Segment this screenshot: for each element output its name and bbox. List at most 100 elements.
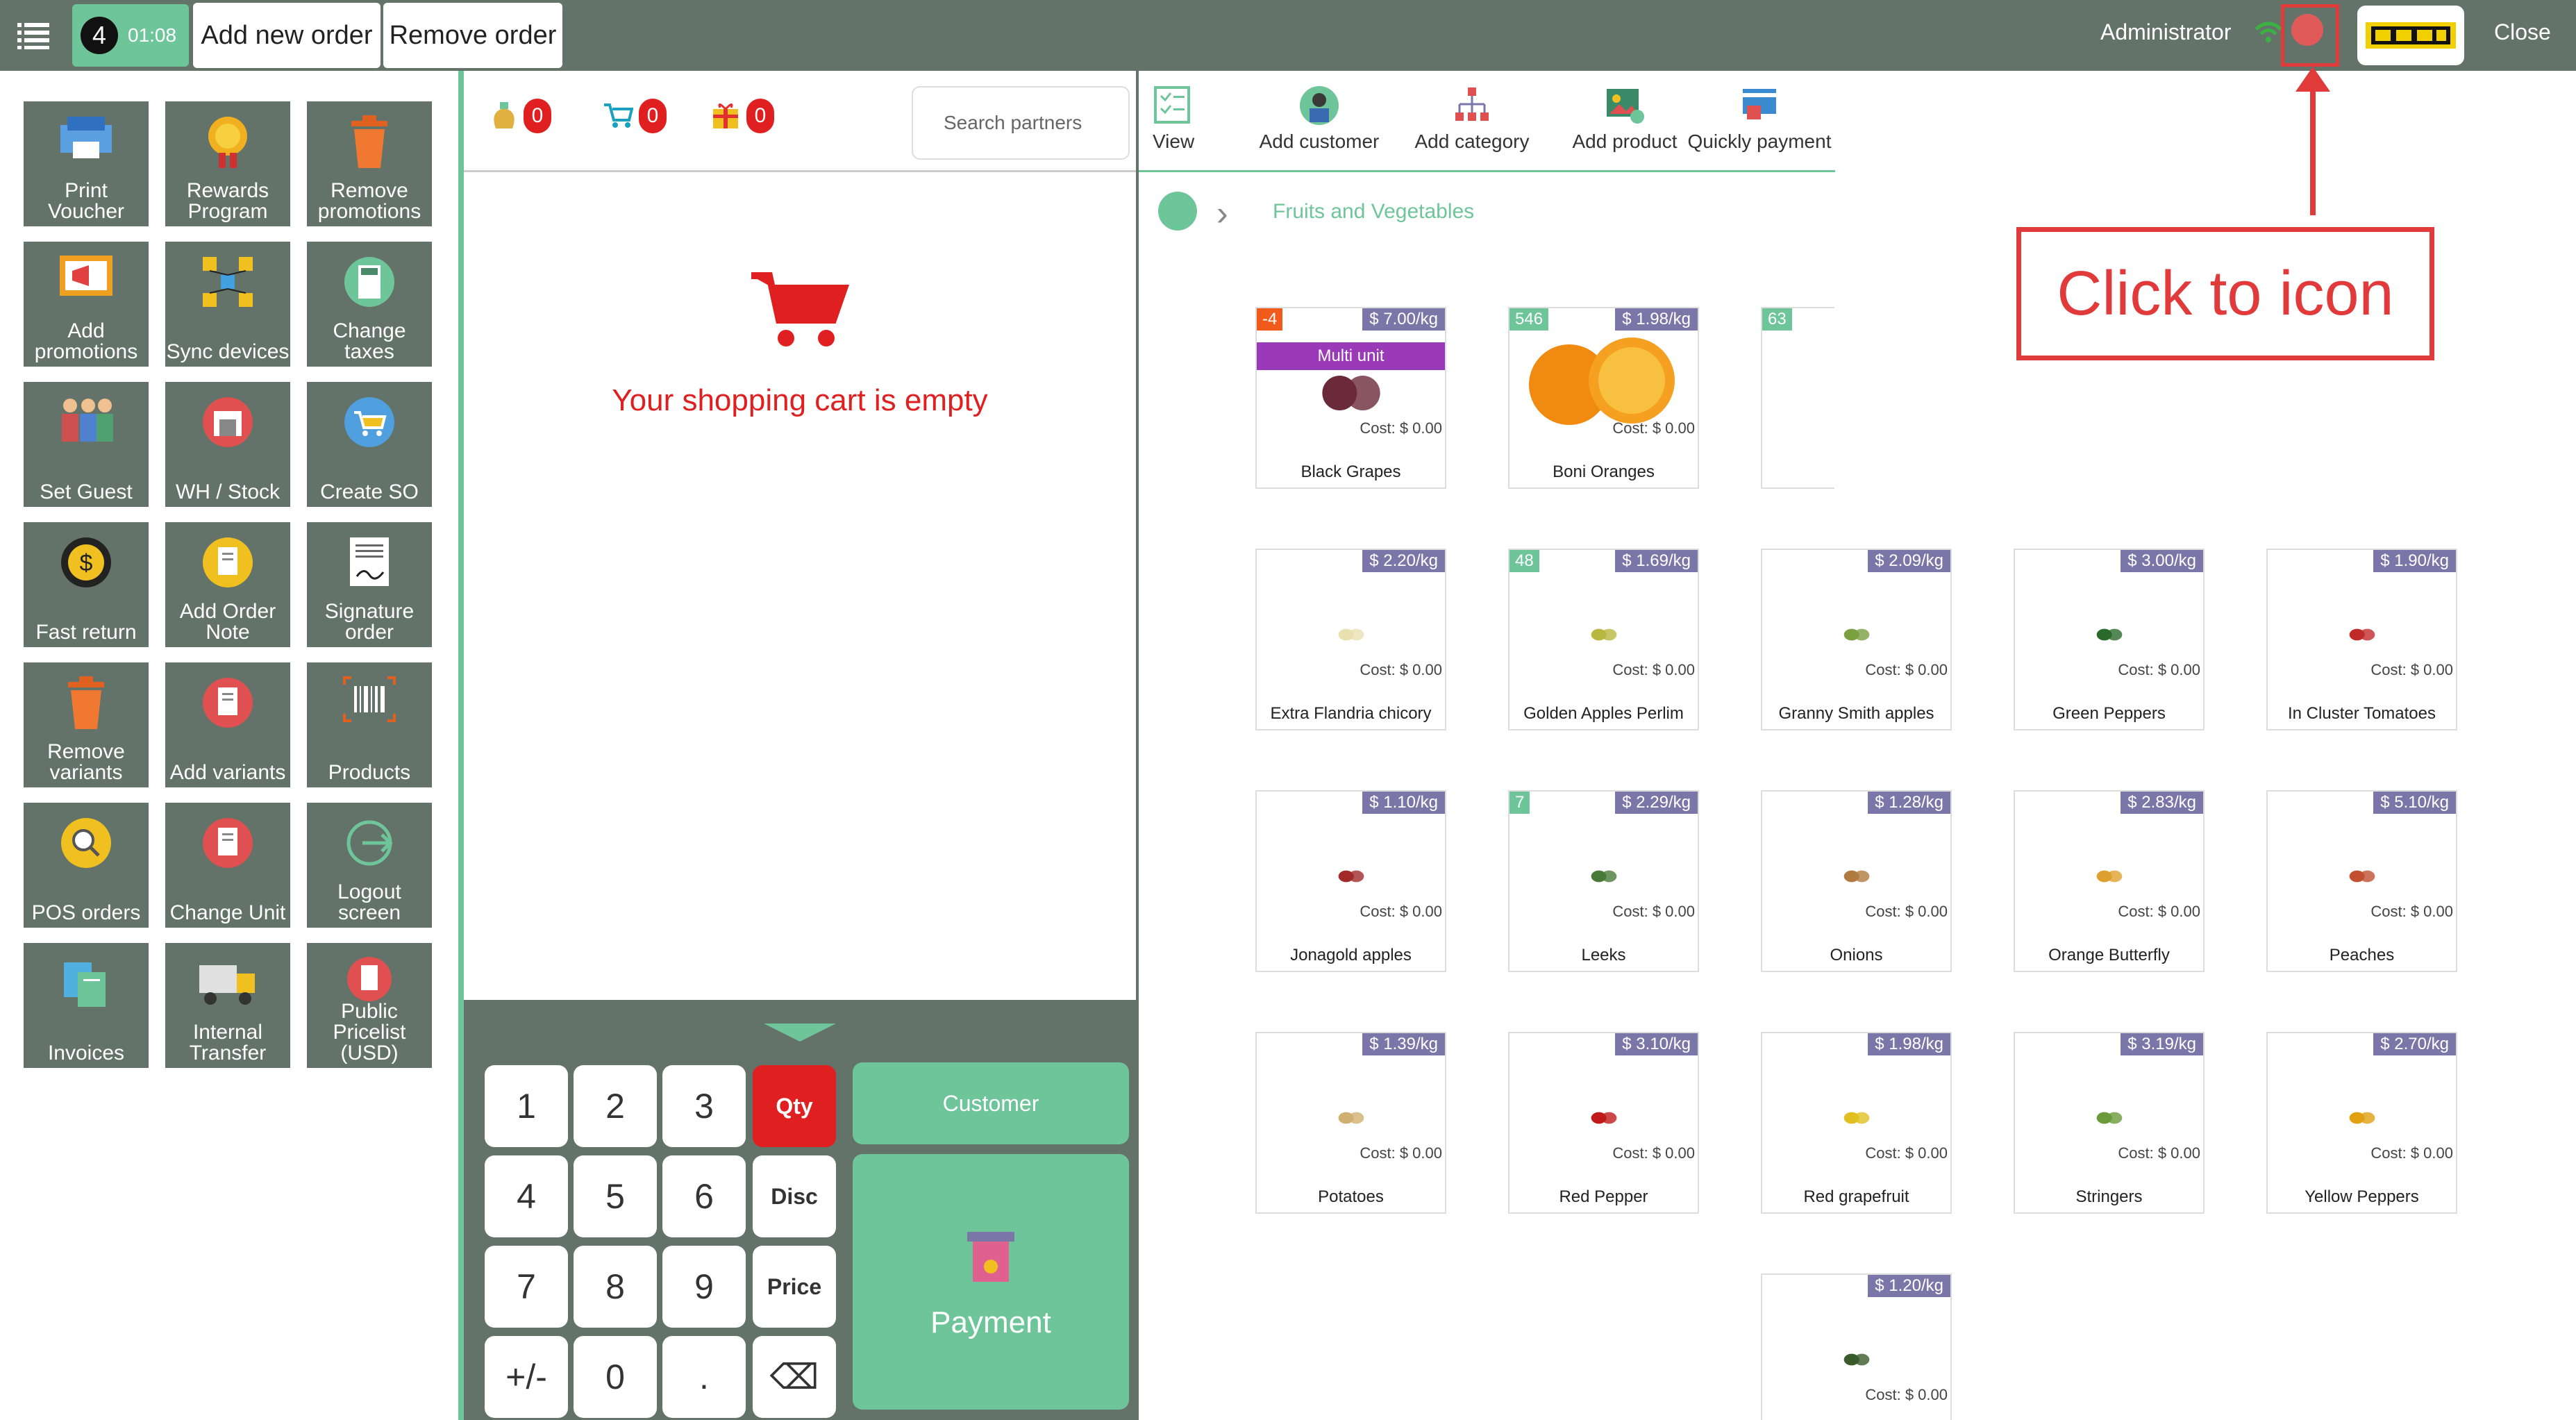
return-icon: $ <box>58 535 114 594</box>
quick-payment-icon <box>1739 85 1780 126</box>
product-card[interactable]: $ 1.90/kg Cost: $ 0.00 In Cluster Tomatoes <box>2266 549 2457 730</box>
disc-mode-button[interactable]: Disc <box>753 1155 836 1237</box>
product-card[interactable]: $ 2.20/kg Cost: $ 0.00 Extra Flandria chic… <box>1255 549 1446 730</box>
product-card[interactable]: $ 3.19/kg Cost: $ 0.00 Stringers <box>2014 1032 2205 1214</box>
numpad-key-2[interactable]: 2 <box>574 1065 657 1147</box>
backspace-icon[interactable]: ⌫ <box>753 1336 836 1418</box>
add-product-icon <box>1604 85 1646 126</box>
numpad-key-0[interactable]: 0 <box>574 1336 657 1418</box>
product-card[interactable]: $ 3.00/kg Cost: $ 0.00 Green Peppers <box>2014 549 2205 730</box>
product-image <box>1841 1111 1872 1128</box>
product-card[interactable]: $ 1.28/kg Cost: $ 0.00 Onions <box>1761 790 1952 972</box>
product-name: Stringers <box>2075 1187 2143 1206</box>
cart-count-badge: 0 <box>639 99 667 133</box>
product-card[interactable]: $ 1.39/kg Cost: $ 0.00 Potatoes <box>1255 1032 1446 1214</box>
product-name: Orange Butterfly <box>2048 946 2170 964</box>
cost-label: Cost: $ 0.00 <box>1865 661 1948 678</box>
trash-icon <box>65 675 107 735</box>
remove-order-button[interactable]: Remove order <box>383 3 562 68</box>
product-card[interactable]: $ 1.10/kg Cost: $ 0.00 Jonagold apples <box>1255 790 1446 972</box>
numpad-key-dot[interactable]: . <box>662 1336 746 1418</box>
cost-label: Cost: $ 0.00 <box>2370 1144 2453 1162</box>
numpad-key-4[interactable]: 4 <box>485 1155 568 1237</box>
price-mode-button[interactable]: Price <box>753 1246 836 1328</box>
view-toolbar-button[interactable]: View <box>1153 85 1194 153</box>
product-card[interactable]: $ 2.09/kg Cost: $ 0.00 Granny Smith apples <box>1761 549 1952 730</box>
numpad-key-5[interactable]: 5 <box>574 1155 657 1237</box>
wh-stock-tile[interactable]: WH / Stock <box>165 382 290 507</box>
add-promotions-tile[interactable]: Add promotions <box>24 242 149 367</box>
numpad-key-7[interactable]: 7 <box>485 1246 568 1328</box>
product-card[interactable]: $ 5.10/kg Cost: $ 0.00 Peaches <box>2266 790 2457 972</box>
cart-counter[interactable]: 0 <box>603 99 667 133</box>
close-button[interactable]: Close <box>2494 19 2551 45</box>
product-card[interactable]: 48 $ 1.69/kg Cost: $ 0.00 Golden Apples Per… <box>1508 549 1699 730</box>
product-card[interactable]: 63 <box>1761 307 1834 489</box>
home-icon[interactable] <box>1158 192 1197 231</box>
product-card[interactable]: $ 2.83/kg Cost: $ 0.00 Orange Butterfly <box>2014 790 2205 972</box>
numpad-key-1[interactable]: 1 <box>485 1065 568 1147</box>
print-voucher-tile[interactable]: Print Voucher <box>24 101 149 226</box>
product-card[interactable]: 546 $ 1.98/kg Cost: $ 0.00 Boni Oranges <box>1508 307 1699 489</box>
gift-counter[interactable]: 0 <box>710 99 774 133</box>
numpad-key-3[interactable]: 3 <box>662 1065 746 1147</box>
qty-mode-button[interactable]: Qty <box>753 1065 836 1147</box>
user-name: Administrator <box>2100 19 2232 44</box>
search-partners-input[interactable]: Search partners <box>912 86 1130 160</box>
empty-cart-message: Your shopping cart is empty <box>612 383 988 417</box>
logout-screen-tile[interactable]: Logout screen <box>307 803 432 928</box>
collapse-arrow-icon[interactable] <box>764 1024 836 1042</box>
product-image <box>2347 1111 2377 1128</box>
change-taxes-tile[interactable]: Change taxes <box>307 242 432 367</box>
rewards-program-tile[interactable]: Rewards Program <box>165 101 290 226</box>
numpad-key-9[interactable]: 9 <box>662 1246 746 1328</box>
product-image <box>1841 628 1872 645</box>
product-card[interactable]: $ 3.10/kg Cost: $ 0.00 Red Pepper <box>1508 1032 1699 1214</box>
breadcrumb-category[interactable]: Fruits and Vegetables <box>1273 200 1474 224</box>
pos-orders-tile[interactable]: POS orders <box>24 803 149 928</box>
add-new-order-button[interactable]: Add new order <box>193 3 380 68</box>
quickly-payment-toolbar-button[interactable]: Quickly payment <box>1669 85 1850 153</box>
product-name: Golden Apples Perlim <box>1523 704 1684 723</box>
product-card[interactable]: $ 1.20/kg Cost: $ 0.00 <box>1761 1273 1952 1420</box>
money-counter[interactable]: 0 <box>490 99 551 133</box>
signature-order-tile[interactable]: Signature order <box>307 522 432 647</box>
customer-button[interactable]: Customer <box>853 1062 1129 1144</box>
product-image <box>1528 336 1680 430</box>
products-tile[interactable]: Products <box>307 662 432 787</box>
icon-highlight-box <box>2281 4 2339 67</box>
numpad-key-8[interactable]: 8 <box>574 1246 657 1328</box>
internal-transfer-tile[interactable]: Internal Transfer <box>165 943 290 1068</box>
order-tab[interactable]: 4 01:08 <box>72 4 189 67</box>
product-card[interactable]: $ 2.70/kg Cost: $ 0.00 Yellow Peppers <box>2266 1032 2457 1214</box>
create-so-tile[interactable]: Create SO <box>307 382 432 507</box>
public-pricelist-tile[interactable]: Public Pricelist (USD) <box>307 943 432 1068</box>
price-tag: $ 7.00/kg <box>1362 308 1445 331</box>
product-card[interactable]: $ 1.98/kg Cost: $ 0.00 Red grapefruit <box>1761 1032 1952 1214</box>
fast-return-tile[interactable]: $ Fast return <box>24 522 149 647</box>
hamburger-menu-icon[interactable] <box>0 0 67 71</box>
tile-label: Add Order Note <box>179 600 276 644</box>
remove-variants-tile[interactable]: Remove variants <box>24 662 149 787</box>
product-image <box>1589 869 1619 887</box>
voucher-icon <box>58 114 115 167</box>
gift-count-badge: 0 <box>746 99 774 133</box>
stock-badge: 546 <box>1509 308 1549 331</box>
sync-devices-tile[interactable]: Sync devices <box>165 242 290 367</box>
product-name: Black Grapes <box>1300 462 1401 481</box>
payment-button[interactable]: Payment <box>853 1154 1129 1410</box>
add-variants-tile[interactable]: Add variants <box>165 662 290 787</box>
invoices-tile[interactable]: Invoices <box>24 943 149 1068</box>
set-guest-tile[interactable]: Set Guest <box>24 382 149 507</box>
numpad-key-plus-minus[interactable]: +/- <box>485 1336 568 1418</box>
product-card[interactable]: -4 $ 7.00/kg Multi unit Cost: $ 0.00 Black G… <box>1255 307 1446 489</box>
product-image <box>1841 1353 1872 1370</box>
change-unit-tile[interactable]: Change Unit <box>165 803 290 928</box>
price-tag: $ 1.98/kg <box>1615 308 1698 331</box>
remove-promotions-tile[interactable]: Remove promotions <box>307 101 432 226</box>
view-list-icon <box>1153 85 1194 126</box>
numpad-key-6[interactable]: 6 <box>662 1155 746 1237</box>
company-logo <box>2357 6 2464 65</box>
product-card[interactable]: 7 $ 2.29/kg Cost: $ 0.00 Leeks <box>1508 790 1699 972</box>
add-order-note-tile[interactable]: Add Order Note <box>165 522 290 647</box>
